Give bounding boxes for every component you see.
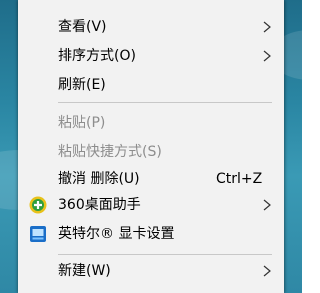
- menu-item-label: 刷新(E): [58, 77, 106, 93]
- chevron-right-icon: [263, 21, 271, 33]
- menu-separator: [58, 254, 272, 255]
- menu-item-shortcut: Ctrl+Z: [216, 171, 263, 187]
- 360-assistant-icon: [29, 196, 47, 214]
- menu-item-label: 360桌面助手: [58, 197, 141, 213]
- menu-item-360-assistant[interactable]: 360桌面助手: [18, 192, 284, 218]
- menu-item-label: 查看(V): [58, 19, 107, 35]
- chevron-right-icon: [263, 50, 271, 62]
- menu-item-paste-shortcut[interactable]: 粘贴快捷方式(S): [18, 139, 284, 165]
- menu-item-view[interactable]: 查看(V): [18, 14, 284, 40]
- menu-item-label: 新建(W): [58, 263, 111, 279]
- menu-item-label: 撤消 删除(U): [58, 171, 140, 187]
- menu-item-refresh[interactable]: 刷新(E): [18, 72, 284, 98]
- menu-item-label: 粘贴(P): [58, 115, 106, 131]
- menu-item-undo-delete[interactable]: 撤消 删除(U) Ctrl+Z: [18, 166, 284, 192]
- chevron-right-icon: [263, 265, 271, 277]
- chevron-right-icon: [263, 199, 271, 211]
- menu-item-intel-graphics[interactable]: 英特尔® 显卡设置: [18, 221, 284, 247]
- menu-item-label: 粘贴快捷方式(S): [58, 144, 162, 160]
- menu-separator: [58, 102, 272, 103]
- menu-item-label: 英特尔® 显卡设置: [58, 226, 175, 242]
- menu-item-label: 排序方式(O): [58, 48, 136, 64]
- menu-item-sort-by[interactable]: 排序方式(O): [18, 43, 284, 69]
- menu-item-new[interactable]: 新建(W): [18, 258, 284, 284]
- intel-graphics-icon: [30, 226, 46, 242]
- desktop-context-menu: 查看(V) 排序方式(O) 刷新(E) 粘贴(P) 粘贴快捷方式(S) 撤消 删…: [18, 0, 284, 293]
- menu-item-paste[interactable]: 粘贴(P): [18, 110, 284, 136]
